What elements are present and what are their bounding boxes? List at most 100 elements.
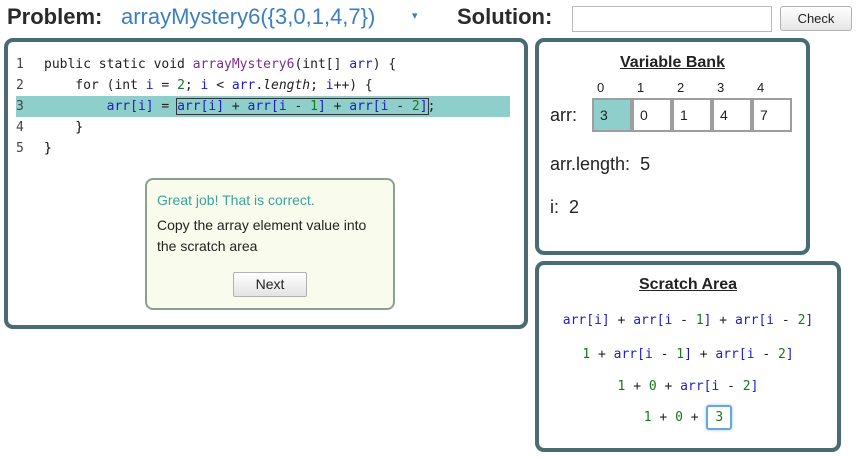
line-number: 4 [16, 120, 24, 135]
array-index: 4 [757, 80, 765, 95]
number: 2 [742, 379, 751, 394]
line-number: 2 [16, 78, 24, 93]
number: 2 [177, 78, 185, 93]
variable: i [644, 347, 653, 362]
variable: i [278, 99, 287, 114]
code-text: ] [805, 313, 814, 328]
code-text: ] [145, 99, 154, 114]
code-text: + [682, 410, 707, 425]
code-text: [ [271, 99, 279, 114]
code-text: [ [586, 313, 595, 328]
scratch-line: arr[i] + arr[i - 1] + arr[i - 2] [539, 313, 837, 328]
scratch-area-title: Scratch Area [638, 276, 738, 293]
number: 2 [778, 347, 786, 362]
code-text: ] [750, 379, 759, 394]
code-text: - [388, 99, 412, 114]
code-text: [ [656, 313, 665, 328]
code-line: 5} [16, 138, 510, 159]
array-cell: 4 [712, 98, 752, 132]
code-text: = [153, 78, 178, 93]
array-index: 0 [597, 80, 605, 95]
code-text: + [691, 347, 716, 362]
check-button[interactable]: Check [780, 6, 852, 31]
i-readout: i: 2 [550, 197, 579, 218]
code-text: for (int [44, 78, 146, 93]
code-listing: 1 public static void arrayMystery6(int[] … [16, 54, 510, 159]
code-text: + [609, 313, 634, 328]
i-label: i: [550, 197, 559, 217]
length-readout: arr.length: 5 [550, 154, 650, 175]
problem-label: Problem: [7, 4, 103, 29]
feedback-box: Great job! That is correct. Copy the arr… [145, 178, 395, 310]
property: length [263, 78, 311, 93]
code-text: ; [427, 99, 436, 114]
code-text: [ [637, 347, 645, 362]
code-text: } [44, 141, 52, 156]
variable: arr [231, 78, 256, 93]
scratch-line: 1 + 0 + 3 [539, 405, 837, 430]
code-line: 1 public static void arrayMystery6(int[] … [16, 54, 510, 75]
code-text: } [44, 120, 84, 135]
code-text: - [652, 347, 677, 362]
code-text: ; [184, 78, 201, 93]
code-text: ++) { [333, 78, 373, 93]
line-number: 5 [16, 141, 24, 156]
code-text: - [719, 379, 743, 394]
keyword: public static void [44, 57, 193, 72]
number: 0 [648, 379, 657, 394]
number: 0 [675, 410, 683, 425]
solution-input[interactable] [572, 6, 772, 32]
scratch-line: 1 + 0 + arr[i - 2] [539, 379, 837, 394]
code-text: + [711, 313, 735, 328]
variable: i [746, 347, 755, 362]
number: 1 [676, 347, 685, 362]
scratch-area-panel: Scratch Area arr[i] + arr[i - 1] + arr[i… [535, 261, 841, 452]
variable: i [594, 313, 602, 328]
code-text: - [754, 347, 779, 362]
code-text: ) { [372, 57, 397, 72]
array-cell: 0 [632, 98, 672, 132]
code-text: = [153, 99, 178, 114]
code-text: ] [601, 313, 610, 328]
code-line: 4 } [16, 117, 510, 138]
array-cell: 3 [592, 98, 632, 132]
arr-label: arr: [550, 105, 577, 125]
code-text: ; [310, 78, 326, 93]
line-number: 3 [16, 99, 24, 114]
chevron-down-icon[interactable]: ▾ [412, 9, 418, 22]
length-label: arr.length: [550, 154, 631, 174]
number: 1 [695, 313, 704, 328]
code-text: [ [738, 347, 747, 362]
variable: i [766, 313, 775, 328]
variable: arr [715, 347, 739, 362]
code-line: 2 for (int i = 2; i < arr.length; i++) { [16, 75, 510, 96]
array-index: 2 [677, 80, 685, 95]
current-expression: arr[i] + arr[i - 1] + arr[i - 2] [176, 98, 429, 115]
code-panel: 1 public static void arrayMystery6(int[] … [4, 38, 528, 329]
variable: arr [734, 313, 759, 328]
code-text: + [656, 379, 681, 394]
code-text: ] [684, 347, 692, 362]
solution-label: Solution: [457, 4, 553, 29]
code-text: (int[] [294, 57, 350, 72]
code-text: . [255, 78, 264, 93]
number: 1 [310, 99, 318, 114]
variable: arr [349, 57, 373, 72]
code-text: - [774, 313, 798, 328]
variable: i [145, 78, 154, 93]
answer-input[interactable]: 3 [706, 405, 733, 430]
code-text: ] [419, 99, 428, 114]
code-line-highlighted: 3 arr[i] = arr[i] + arr[i - 1] + arr[i -… [16, 96, 510, 117]
problem-selector[interactable]: arrayMystery6({3,0,1,4,7}) [121, 4, 375, 30]
length-value: 5 [640, 154, 651, 174]
next-button[interactable]: Next [233, 272, 307, 297]
variable: i [137, 99, 146, 114]
code-text: + [625, 379, 649, 394]
variable: arr [106, 99, 131, 114]
variable: arr [349, 99, 373, 114]
variable: i [325, 78, 334, 93]
code-text: ] [785, 347, 794, 362]
code-text: ] [317, 99, 326, 114]
variable: arr [177, 99, 201, 114]
